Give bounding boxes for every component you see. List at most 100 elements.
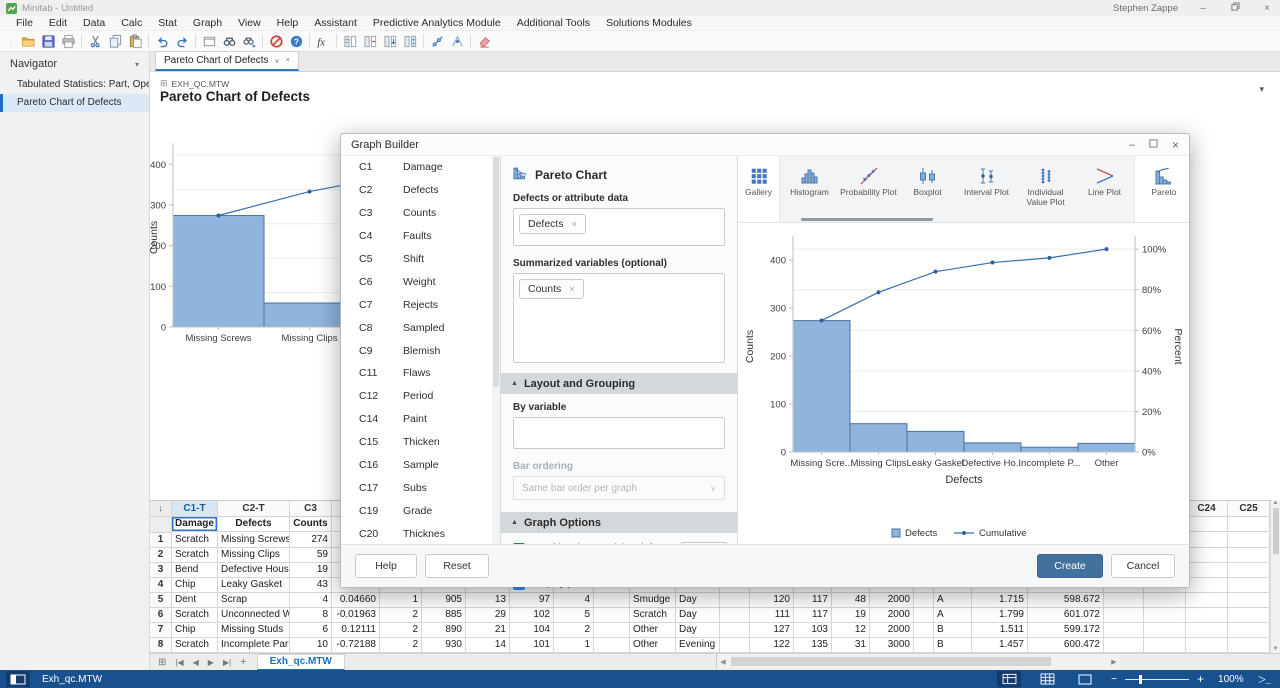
cell-r8-c12[interactable]: Evening — [676, 638, 720, 653]
menu-assistant[interactable]: Assistant — [306, 16, 365, 31]
cell-r7-c25[interactable] — [1228, 623, 1270, 638]
cell-r8-c7[interactable]: 14 — [466, 638, 510, 653]
help-icon[interactable]: ? — [286, 32, 306, 50]
cell-r7-c13[interactable] — [720, 623, 750, 638]
cell-r5-c25[interactable] — [1228, 593, 1270, 608]
column-item-c5[interactable]: C5Shift — [341, 248, 500, 271]
menu-data[interactable]: Data — [75, 16, 113, 31]
prev-sheet-button[interactable]: ◀ — [193, 658, 199, 667]
cell-r1-c24[interactable] — [1186, 533, 1228, 548]
gallery-scroll-thumb[interactable] — [801, 218, 933, 221]
variable-chip-counts[interactable]: Counts × — [519, 279, 584, 299]
cell-r8-c13[interactable] — [720, 638, 750, 653]
column-list-scrollbar[interactable] — [492, 156, 500, 544]
cell-r5-c1[interactable]: Dent — [172, 593, 218, 608]
cell-r5-c16[interactable]: 48 — [832, 593, 870, 608]
cell-r5-c18[interactable] — [914, 593, 934, 608]
gallery-tile-boxplot[interactable]: Boxplot — [898, 156, 957, 222]
move-column-icon[interactable] — [380, 32, 400, 50]
cell-r4-c2[interactable]: Leaky Gasket — [218, 578, 290, 593]
section-graph-options[interactable]: ▲ Graph Options — [501, 512, 737, 533]
menu-file[interactable]: File — [8, 16, 41, 31]
column-item-c20[interactable]: C20Thicknes — [341, 522, 500, 544]
row-number[interactable]: 4 — [150, 578, 172, 593]
gallery-tile-interval[interactable]: Interval Plot — [957, 156, 1016, 222]
cell-r6-c8[interactable]: 102 — [510, 608, 554, 623]
dialog-title-bar[interactable]: Graph Builder – × — [341, 134, 1189, 156]
formula-icon[interactable]: fx — [313, 32, 333, 50]
navigator-caret-icon[interactable]: ▾ — [135, 60, 139, 69]
scroll-left-icon[interactable]: ◀ — [717, 658, 729, 666]
cell-r8-c15[interactable]: 135 — [794, 638, 832, 653]
column-header-C24[interactable]: C24 — [1186, 501, 1228, 517]
variable-name-blank[interactable] — [1228, 517, 1270, 532]
table-horizontal-scrollbar[interactable]: ◀ ▶ — [716, 654, 1120, 669]
cell-r1-c2[interactable]: Missing Screws — [218, 533, 290, 548]
column-item-c6[interactable]: C6Weight — [341, 270, 500, 293]
cell-r4-c1[interactable]: Chip — [172, 578, 218, 593]
cell-r6-c22[interactable] — [1104, 608, 1144, 623]
redo-icon[interactable] — [172, 32, 192, 50]
cancel-icon[interactable] — [266, 32, 286, 50]
tab-close-icon[interactable]: × — [286, 57, 290, 64]
output-options-caret-icon[interactable]: ▾ — [1259, 84, 1264, 95]
cell-r5-c14[interactable]: 120 — [750, 593, 794, 608]
brush-points-icon[interactable] — [427, 32, 447, 50]
active-worksheet-icon[interactable] — [6, 671, 30, 687]
menu-graph[interactable]: Graph — [185, 16, 230, 31]
cell-r2-c1[interactable]: Scratch — [172, 548, 218, 563]
navigator-header[interactable]: Navigator ▾ — [0, 52, 149, 76]
cell-r6-c11[interactable]: Scratch — [630, 608, 676, 623]
cell-r7-c10[interactable] — [594, 623, 630, 638]
cell-r6-c4[interactable]: -0.01963 — [332, 608, 380, 623]
vertical-scroll-thumb[interactable] — [1273, 508, 1279, 554]
by-variable-field[interactable] — [513, 417, 725, 449]
cell-r6-c7[interactable]: 29 — [466, 608, 510, 623]
cell-r8-c6[interactable]: 930 — [422, 638, 466, 653]
remove-counts-chip-icon[interactable]: × — [569, 284, 574, 294]
gallery-tile-lineplot[interactable]: Line Plot — [1075, 156, 1134, 222]
cell-r5-c13[interactable] — [720, 593, 750, 608]
variable-chip-defects[interactable]: Defects × — [519, 214, 586, 234]
cell-r5-c8[interactable]: 97 — [510, 593, 554, 608]
command-line-icon[interactable]: ＞_ — [1258, 673, 1270, 686]
find-next-icon[interactable] — [239, 32, 259, 50]
cell-r6-c21[interactable]: 601.072 — [1028, 608, 1104, 623]
cell-r2-c25[interactable] — [1228, 548, 1270, 563]
cell-r5-c11[interactable]: Smudge — [630, 593, 676, 608]
variable-name-Damage[interactable]: Damage — [172, 517, 218, 532]
cell-r5-c24[interactable] — [1186, 593, 1228, 608]
cell-r6-c13[interactable] — [720, 608, 750, 623]
cancel-button[interactable]: Cancel — [1111, 554, 1175, 578]
menu-view[interactable]: View — [230, 16, 269, 31]
column-header-C2-T[interactable]: C2-T — [218, 501, 290, 517]
column-item-c11[interactable]: C11Flaws — [341, 362, 500, 385]
gallery-tile-probability[interactable]: Probability Plot — [839, 156, 898, 222]
scroll-right-icon[interactable]: ▶ — [1108, 658, 1120, 666]
cell-r8-c19[interactable]: B — [934, 638, 972, 653]
column-header-C25[interactable]: C25 — [1228, 501, 1270, 517]
row-number[interactable]: 7 — [150, 623, 172, 638]
close-button[interactable]: × — [1260, 3, 1274, 14]
column-item-c1[interactable]: C1Damage — [341, 156, 500, 179]
cell-r5-c15[interactable]: 117 — [794, 593, 832, 608]
data-view-button[interactable] — [997, 671, 1021, 687]
cell-r8-c4[interactable]: -0.72188 — [332, 638, 380, 653]
scroll-down-icon[interactable]: ▼ — [1271, 646, 1280, 652]
cell-r6-c9[interactable]: 5 — [554, 608, 594, 623]
cell-r2-c2[interactable]: Missing Clips — [218, 548, 290, 563]
cell-r3-c3[interactable]: 19 — [290, 563, 332, 578]
copy-icon[interactable] — [105, 32, 125, 50]
cell-r8-c24[interactable] — [1186, 638, 1228, 653]
cell-r5-c23[interactable] — [1144, 593, 1186, 608]
zoom-in-button[interactable]: + — [1197, 672, 1204, 686]
column-item-c14[interactable]: C14Paint — [341, 408, 500, 431]
cell-r6-c5[interactable]: 2 — [380, 608, 422, 623]
cell-r3-c24[interactable] — [1186, 563, 1228, 578]
cell-r7-c22[interactable] — [1104, 623, 1144, 638]
cell-r5-c2[interactable]: Scrap — [218, 593, 290, 608]
single-view-button[interactable] — [1073, 671, 1097, 687]
row-number[interactable]: 8 — [150, 638, 172, 653]
cell-r7-c1[interactable]: Chip — [172, 623, 218, 638]
cell-r5-c19[interactable]: A — [934, 593, 972, 608]
